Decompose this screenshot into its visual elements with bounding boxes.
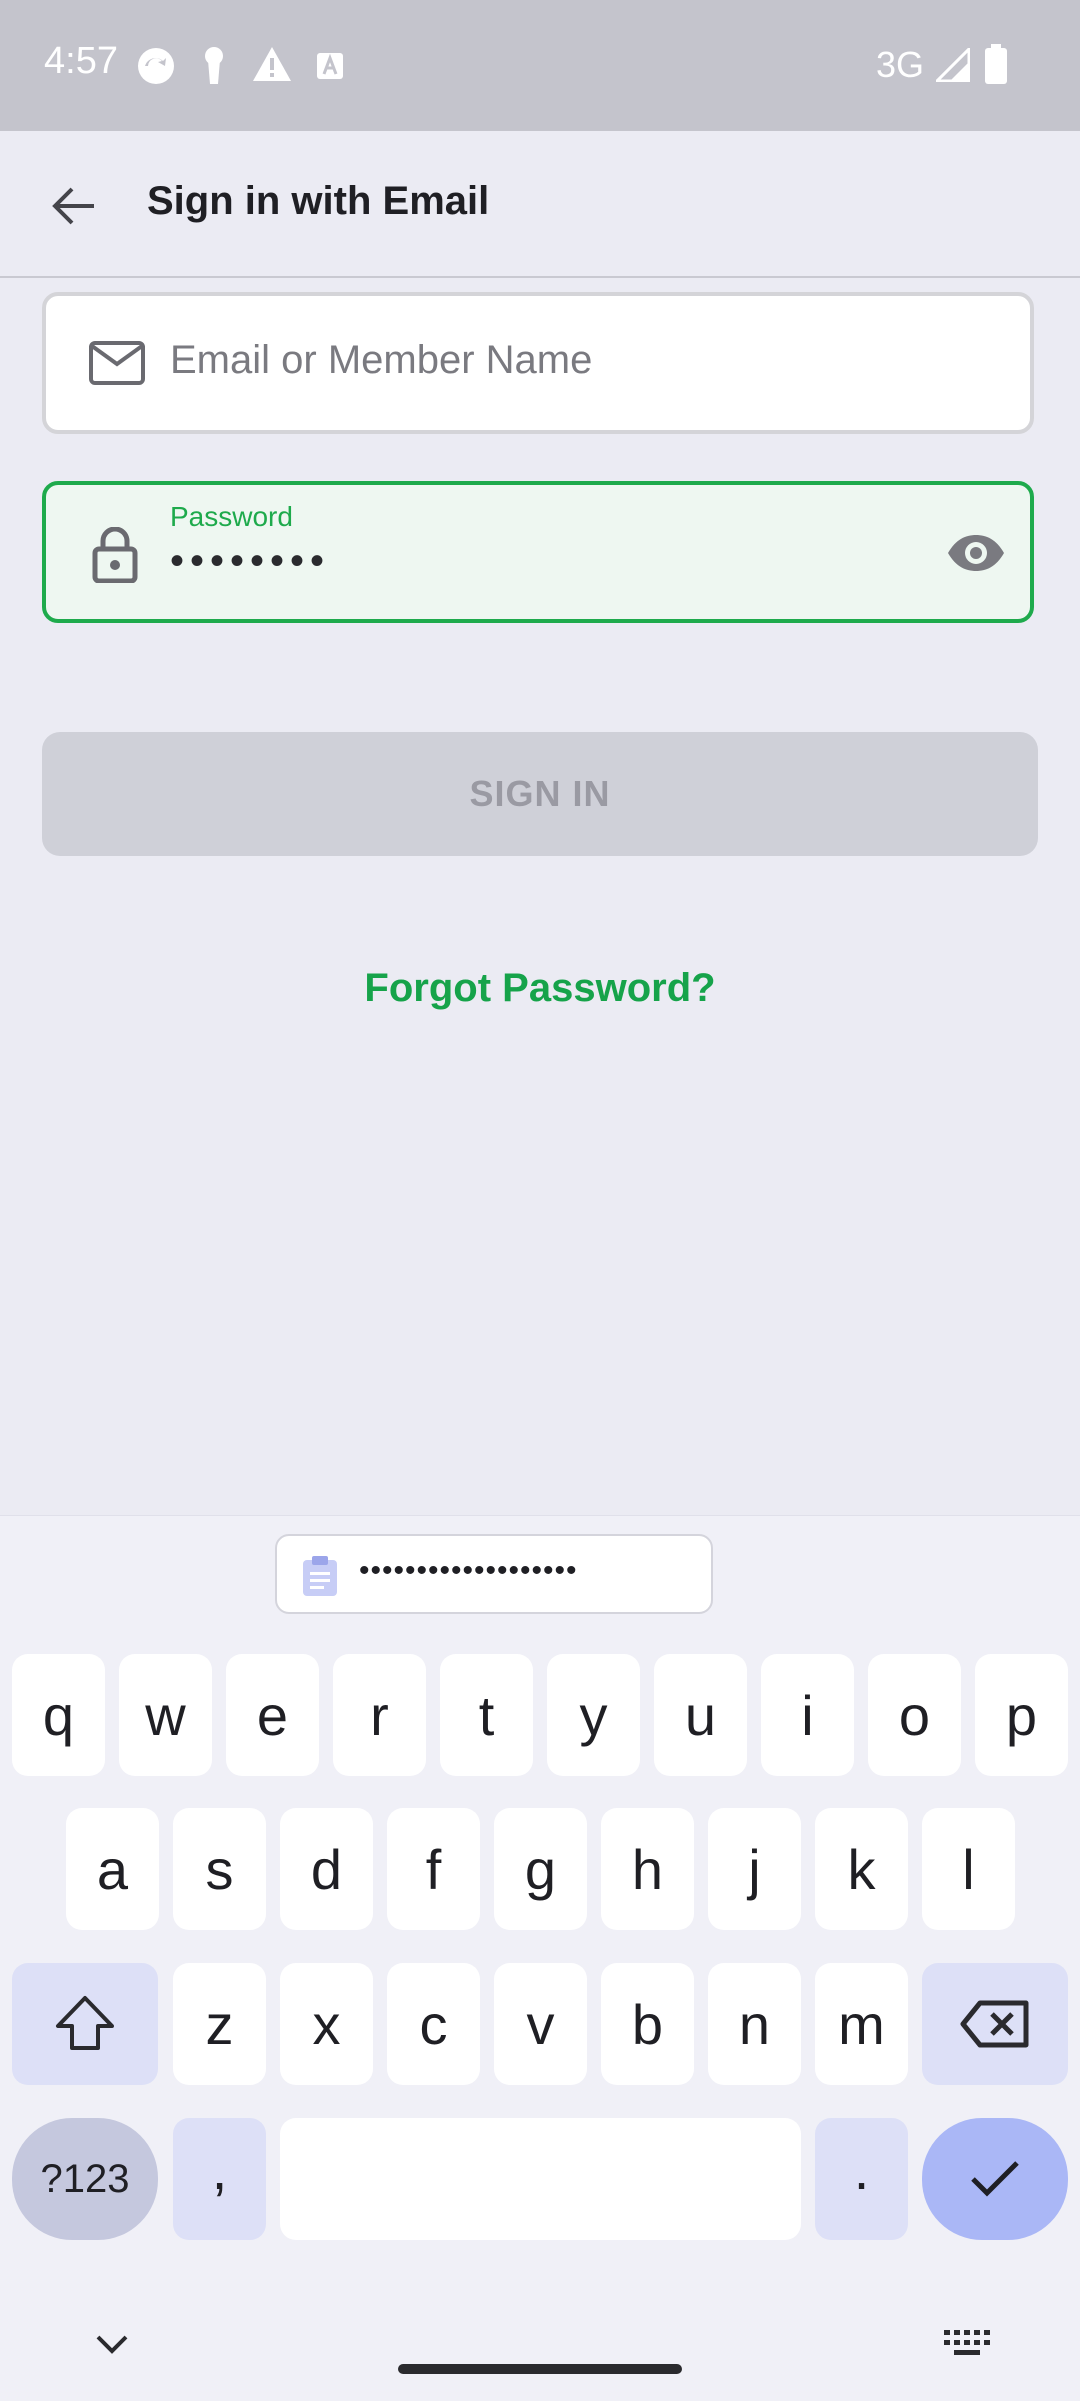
clipboard-text: ••••••••••••••••••• xyxy=(359,1554,578,1587)
key-k[interactable]: k xyxy=(815,1808,908,1930)
gesture-nav-handle[interactable] xyxy=(398,2364,682,2374)
key-c[interactable]: c xyxy=(387,1963,480,2085)
text-a-icon xyxy=(317,53,343,79)
backspace-icon xyxy=(960,2000,1029,2048)
password-label: Password xyxy=(170,501,293,532)
battery-icon xyxy=(985,44,1007,84)
email-placeholder: Email or Member Name xyxy=(170,338,593,382)
eye-icon[interactable] xyxy=(946,533,1006,573)
shift-key[interactable] xyxy=(12,1963,158,2085)
space-key[interactable] xyxy=(280,2118,801,2240)
status-bar: 4:57 3G xyxy=(0,0,1080,131)
enter-key[interactable] xyxy=(922,2118,1068,2240)
period-key[interactable]: . xyxy=(815,2118,908,2240)
key-l[interactable]: l xyxy=(922,1808,1015,1930)
key-b[interactable]: b xyxy=(601,1963,694,2085)
key-m[interactable]: m xyxy=(815,1963,908,2085)
clipboard-icon xyxy=(303,1556,337,1596)
key-t[interactable]: t xyxy=(440,1654,533,1776)
key-a[interactable]: a xyxy=(66,1808,159,1930)
keyboard-icon[interactable] xyxy=(944,2330,990,2360)
status-time: 4:57 xyxy=(44,40,118,82)
key-h[interactable]: h xyxy=(601,1808,694,1930)
key-y[interactable]: y xyxy=(547,1654,640,1776)
sign-in-button[interactable]: SIGN IN xyxy=(42,732,1038,856)
key-n[interactable]: n xyxy=(708,1963,801,2085)
email-field[interactable]: Email or Member Name xyxy=(42,292,1034,434)
key-w[interactable]: w xyxy=(119,1654,212,1776)
key-z[interactable]: z xyxy=(173,1963,266,2085)
key-d[interactable]: d xyxy=(280,1808,373,1930)
shift-icon xyxy=(56,1996,114,2050)
sync-icon xyxy=(138,48,174,84)
soft-keyboard: ••••••••••••••••••• q w e r t y u i o p … xyxy=(0,1515,1080,2401)
keyhole-icon xyxy=(205,47,223,84)
app-bar: Sign in with Email xyxy=(0,131,1080,278)
password-value: •••••••• xyxy=(170,539,331,583)
key-r[interactable]: r xyxy=(333,1654,426,1776)
checkmark-icon xyxy=(971,2161,1019,2197)
backspace-key[interactable] xyxy=(922,1963,1068,2085)
key-v[interactable]: v xyxy=(494,1963,587,2085)
key-u[interactable]: u xyxy=(654,1654,747,1776)
key-j[interactable]: j xyxy=(708,1808,801,1930)
password-field[interactable]: Password •••••••• xyxy=(42,481,1034,623)
key-x[interactable]: x xyxy=(280,1963,373,2085)
forgot-password-link[interactable]: Forgot Password? xyxy=(0,966,1080,1011)
key-i[interactable]: i xyxy=(761,1654,854,1776)
symbols-key[interactable]: ?123 xyxy=(12,2118,158,2240)
key-f[interactable]: f xyxy=(387,1808,480,1930)
key-o[interactable]: o xyxy=(868,1654,961,1776)
key-g[interactable]: g xyxy=(494,1808,587,1930)
key-e[interactable]: e xyxy=(226,1654,319,1776)
comma-key[interactable]: , xyxy=(173,2118,266,2240)
page-title: Sign in with Email xyxy=(147,179,490,223)
signal-icon xyxy=(936,48,970,82)
network-label: 3G xyxy=(876,44,925,85)
back-button[interactable] xyxy=(40,173,106,239)
key-p[interactable]: p xyxy=(975,1654,1068,1776)
back-arrow-icon xyxy=(52,187,94,225)
lock-icon xyxy=(92,527,138,583)
warning-icon xyxy=(253,47,291,81)
key-q[interactable]: q xyxy=(12,1654,105,1776)
key-s[interactable]: s xyxy=(173,1808,266,1930)
chevron-down-icon[interactable] xyxy=(95,2334,129,2356)
clipboard-suggestion[interactable]: ••••••••••••••••••• xyxy=(275,1534,713,1614)
mail-icon xyxy=(89,341,145,385)
